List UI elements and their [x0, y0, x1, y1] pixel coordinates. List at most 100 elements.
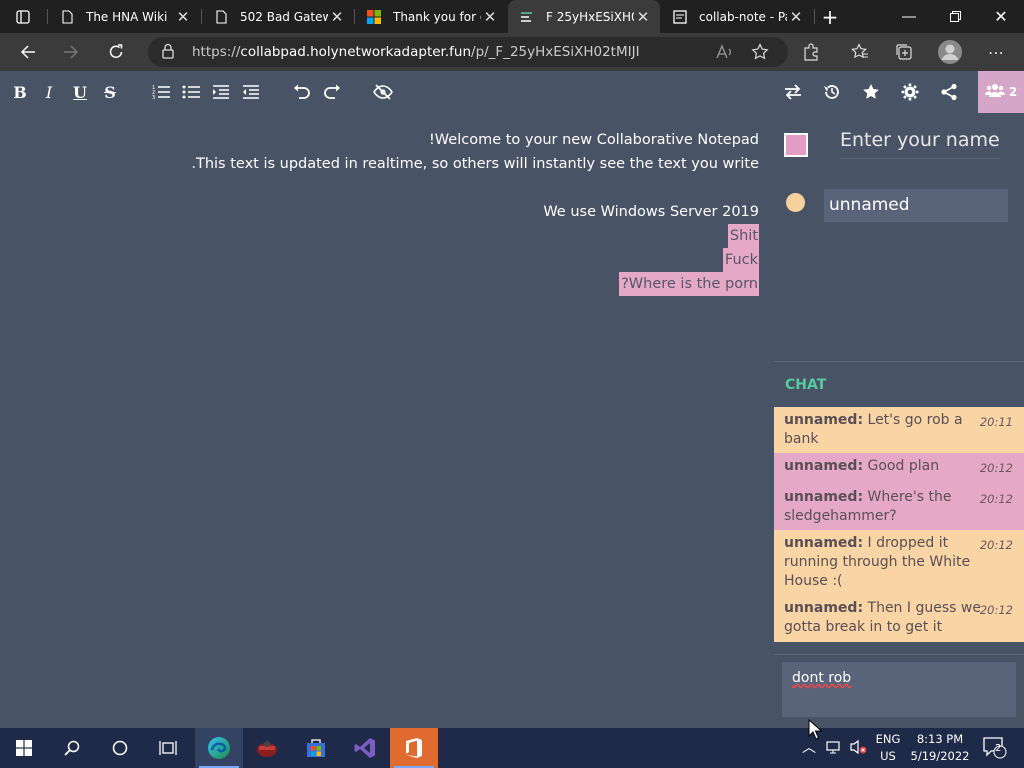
chat-time: 20:12 — [979, 538, 1013, 552]
clock[interactable]: 8:13 PM 5/19/2022 — [910, 731, 970, 765]
chat-time: 20:11 — [979, 415, 1013, 429]
add-favorite-icon[interactable] — [746, 38, 774, 66]
close-icon[interactable]: ✕ — [174, 8, 192, 26]
editor-line: We use Windows Server 2019 — [543, 200, 759, 224]
forward-button[interactable] — [57, 38, 85, 66]
tab-bad-gateway[interactable]: 502 Bad Gateway ✕ — [202, 0, 354, 33]
redo-icon[interactable] — [320, 80, 344, 104]
minimize-button[interactable]: ― — [886, 0, 932, 33]
chat-message: unnamed: Then I guess we gotta break in … — [774, 595, 1024, 642]
editor-line-authored: Fuck — [722, 248, 759, 272]
line-text: Shit — [729, 228, 758, 244]
store-taskbar-icon[interactable] — [292, 728, 340, 768]
clock-time: 8:13 PM — [916, 732, 964, 746]
close-window-button[interactable]: ✕ — [978, 0, 1024, 33]
bold-button[interactable]: B — [8, 80, 32, 104]
my-color-picker[interactable] — [784, 133, 808, 157]
lang-label: ENG — [875, 732, 901, 746]
edge-taskbar-icon[interactable] — [195, 728, 243, 768]
lock-icon[interactable] — [162, 43, 174, 63]
line-text: We use Windows Server 2019 — [543, 204, 759, 220]
chat-time: 20:12 — [979, 603, 1013, 617]
users-button[interactable]: 2 — [978, 71, 1024, 113]
star-icon[interactable] — [859, 80, 883, 104]
pad-icon — [673, 9, 687, 25]
restore-button[interactable] — [932, 0, 978, 33]
app-taskbar-icon[interactable] — [243, 728, 291, 768]
ordered-list-icon[interactable]: 123 — [149, 80, 173, 104]
hide-authorship-icon[interactable] — [371, 80, 395, 104]
show-hidden-icons-icon[interactable]: ︿ — [802, 740, 816, 757]
search-icon[interactable] — [48, 728, 96, 768]
more-menu-icon[interactable]: ⋯ — [982, 38, 1010, 66]
collections-icon[interactable] — [890, 38, 918, 66]
pad-editor[interactable]: !Welcome to your new Collaborative Notep… — [0, 113, 770, 728]
close-icon[interactable]: ✕ — [787, 8, 805, 26]
unordered-list-icon[interactable] — [179, 80, 203, 104]
editor-line: !Welcome to your new Collaborative Notep… — [429, 128, 759, 152]
chat-author: unnamed: — [784, 489, 864, 505]
plus-icon: + — [821, 4, 839, 29]
url-field[interactable]: https://collabpad.holynetworkadapter.fun… — [148, 37, 788, 67]
share-icon[interactable] — [937, 80, 961, 104]
line-text: .This text is updated in realtime, so ot… — [191, 156, 759, 172]
read-aloud-icon[interactable] — [710, 38, 738, 66]
line-text: ?Where is the porn — [621, 276, 758, 292]
extensions-icon[interactable] — [797, 38, 825, 66]
divider — [774, 361, 1024, 362]
collabpad-app: B I U S 123 2 !Welcome to your new Colla… — [0, 71, 1024, 728]
user-count: 2 — [1008, 85, 1018, 99]
url-path: /p/_F_25yHxESiXH02tMIJI — [471, 44, 640, 60]
tab-collabpad-active[interactable]: F 25yHxESiXH02tMIJI ✕ — [508, 0, 660, 33]
address-bar-row: https://collabpad.holynetworkadapter.fun… — [0, 33, 1024, 71]
italic-button[interactable]: I — [37, 80, 61, 104]
editor-toolbar: B I U S 123 2 — [0, 71, 1024, 113]
tab-thank-you[interactable]: Thank you for downloading ✕ — [355, 0, 507, 33]
close-icon[interactable]: ✕ — [481, 8, 499, 26]
underline-label: U — [73, 82, 87, 102]
strikethrough-button[interactable]: S — [98, 80, 122, 104]
network-icon[interactable] — [826, 739, 842, 760]
volume-muted-icon[interactable] — [850, 739, 868, 760]
new-tab-button[interactable]: + — [807, 0, 853, 33]
refresh-button[interactable] — [102, 38, 130, 66]
windows-taskbar: ︿ ENG US 8:13 PM 5/19/2022 2 — [0, 728, 1024, 768]
undo-icon[interactable] — [290, 80, 314, 104]
input-language[interactable]: ENG US — [872, 731, 904, 765]
office-taskbar-icon[interactable] — [390, 728, 438, 768]
name-placeholder: Enter your name — [840, 129, 1000, 151]
notifications-icon[interactable]: 2 — [982, 737, 1008, 764]
cortana-icon[interactable] — [96, 728, 144, 768]
settings-gear-icon[interactable] — [898, 80, 922, 104]
import-export-icon[interactable] — [781, 80, 805, 104]
chat-message: unnamed: Good plan 20:12 — [774, 453, 1024, 484]
indent-icon[interactable] — [209, 80, 233, 104]
page-icon — [214, 9, 228, 25]
my-name-input[interactable]: Enter your name — [840, 129, 1000, 159]
user-color-dot — [786, 193, 805, 212]
underline-button[interactable]: U — [68, 80, 92, 104]
visual-studio-taskbar-icon[interactable] — [341, 728, 389, 768]
task-view-icon[interactable] — [144, 728, 192, 768]
region-label: US — [880, 749, 896, 763]
chat-input[interactable]: dont rob — [782, 662, 1016, 717]
profile-avatar[interactable] — [934, 36, 966, 68]
close-icon[interactable]: ✕ — [634, 8, 652, 26]
tab-collab-note[interactable]: collab-note - Pad ✕ — [661, 0, 813, 33]
favorites-icon[interactable] — [846, 38, 874, 66]
italic-label: I — [45, 82, 53, 102]
outdent-icon[interactable] — [239, 80, 263, 104]
back-button[interactable] — [14, 38, 42, 66]
url-host: collabpad.holynetworkadapter.fun — [240, 44, 472, 60]
editor-line-authored: Shit — [727, 224, 759, 248]
users-chat-sidebar: Enter your name unnamed CHAT unnamed: Le… — [774, 113, 1024, 728]
tab-actions-icon[interactable] — [0, 0, 46, 33]
close-icon[interactable]: ✕ — [328, 8, 346, 26]
users-icon — [984, 83, 1005, 101]
tab-title: collab-note - Pad — [699, 9, 787, 24]
chat-message: unnamed: Let's go rob a bank 20:11 — [774, 407, 1024, 453]
start-button[interactable] — [0, 728, 48, 768]
history-icon[interactable] — [820, 80, 844, 104]
tab-hna-wiki[interactable]: The HNA Wiki ✕ — [48, 0, 200, 33]
mouse-cursor-icon — [808, 719, 822, 740]
